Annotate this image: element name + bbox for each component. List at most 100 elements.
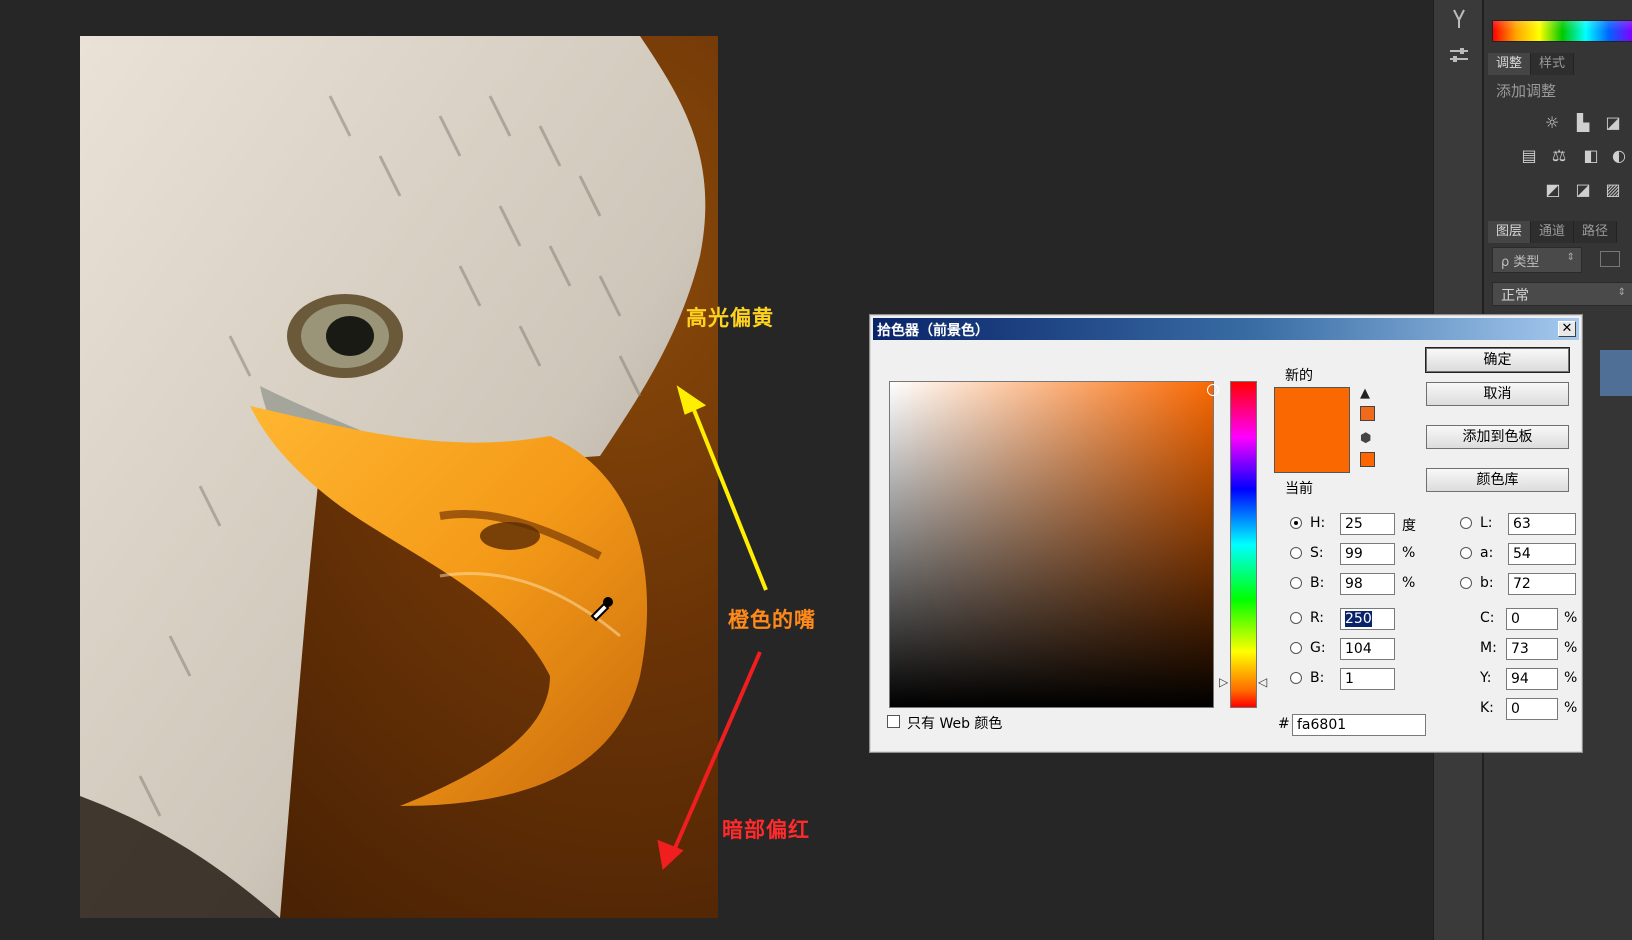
blue-input[interactable]: 1 [1340,668,1395,690]
brightness-icon[interactable]: ☼ [1541,113,1563,133]
photoshop-workspace: 高光偏黄 橙色的嘴 暗部偏红 调整 样式 添加调整 ☼ ▙ ◪ ▤ ⚖ ◧ ◐ … [0,0,1632,940]
radio-green[interactable] [1290,642,1302,654]
web-safe-swatch[interactable] [1360,452,1375,467]
layers-tab-bar: 图层 通道 路径 [1488,221,1618,243]
current-color-label: 当前 [1285,481,1313,497]
gamut-warning-icon[interactable]: ▲ [1360,387,1374,401]
color-spectrum-bar[interactable] [1492,20,1632,42]
color-balance-icon[interactable]: ⚖ [1548,146,1570,166]
lab-l-label: L: [1480,515,1493,531]
radio-red[interactable] [1290,612,1302,624]
brush-preset-icon[interactable] [1448,8,1470,30]
web-colors-only-label: 只有 Web 颜色 [907,716,1003,732]
gradient-map-icon[interactable]: ◪ [1572,180,1594,200]
yellow-unit: % [1564,670,1578,686]
hue-label: H: [1310,515,1326,531]
cancel-button[interactable]: 取消 [1426,382,1569,406]
levels-icon[interactable]: ▙ [1572,113,1594,133]
web-safe-cube-icon[interactable]: ⬢ [1360,432,1374,446]
saturation-label: S: [1310,545,1324,561]
hue-slider[interactable] [1230,381,1257,708]
green-label: G: [1310,640,1326,656]
radio-lab-l[interactable] [1460,517,1472,529]
color-picker-dialog: 拾色器（前景色） ✕ ▷ ◁ 新的 当前 ▲ ⬢ 确定 取消 添加到色板 颜色库… [869,314,1583,753]
magenta-unit: % [1564,640,1578,656]
blend-mode-label: 正常 [1501,288,1529,304]
hue-slider-left-arrow-icon[interactable]: ▷ [1219,675,1228,689]
tab-channels[interactable]: 通道 [1531,221,1575,243]
new-color-label: 新的 [1285,368,1313,384]
saturation-brightness-field[interactable] [889,381,1219,708]
radio-lab-b[interactable] [1460,577,1472,589]
brightness-unit: % [1402,575,1416,591]
eagle-illustration [80,36,718,918]
lab-b-input[interactable]: 72 [1508,573,1576,595]
layer-kind-filter-label: ρ 类型 [1501,255,1540,270]
radio-brightness[interactable] [1290,577,1302,589]
magenta-label: M: [1480,640,1497,656]
tab-adjustments[interactable]: 调整 [1488,53,1532,75]
ok-button[interactable]: 确定 [1426,348,1569,372]
black-label: K: [1480,700,1494,716]
black-white-icon[interactable]: ◧ [1580,146,1602,166]
hue-saturation-icon[interactable]: ▤ [1518,146,1540,166]
lab-b-label: b: [1480,575,1494,591]
color-libraries-button[interactable]: 颜色库 [1426,468,1569,492]
red-input[interactable]: 250 [1340,608,1395,630]
saturation-unit: % [1402,545,1416,561]
selective-color-icon[interactable]: ▨ [1602,180,1624,200]
hue-unit: 度 [1402,518,1416,534]
saturation-input[interactable]: 99 [1340,543,1395,565]
selected-layer-row[interactable] [1600,350,1632,396]
cyan-unit: % [1564,610,1578,626]
close-icon[interactable]: ✕ [1558,321,1576,337]
add-adjustment-label: 添加调整 [1496,82,1557,100]
select-arrows-icon: ⇕ [1566,252,1575,263]
magenta-input[interactable]: 73 [1506,638,1558,660]
yellow-input[interactable]: 94 [1506,668,1558,690]
tab-styles[interactable]: 样式 [1531,53,1575,75]
hex-input[interactable]: fa6801 [1292,714,1426,736]
current-color-swatch[interactable] [1274,430,1350,473]
invert-icon[interactable]: ◩ [1542,180,1564,200]
hue-slider-right-arrow-icon[interactable]: ◁ [1258,675,1267,689]
radio-saturation[interactable] [1290,547,1302,559]
dialog-titlebar[interactable]: 拾色器（前景色） ✕ [873,318,1579,340]
brightness-input[interactable]: 98 [1340,573,1395,595]
tab-layers[interactable]: 图层 [1488,221,1532,243]
annotation-shadow-red: 暗部偏红 [722,818,810,842]
new-color-swatch [1274,387,1350,430]
red-input-selected-text: 250 [1345,611,1372,627]
add-to-swatches-button[interactable]: 添加到色板 [1426,425,1569,449]
image-filter-icon[interactable] [1600,251,1620,267]
photo-filter-icon[interactable]: ◐ [1608,146,1630,166]
eagle-photo-canvas[interactable] [80,36,718,918]
blend-mode-select[interactable]: 正常 ⇕ [1492,282,1632,306]
tool-presets-icon[interactable] [1448,44,1470,66]
hex-symbol: # [1278,716,1290,732]
annotation-highlight-yellow: 高光偏黄 [686,306,774,330]
cyan-input[interactable]: 0 [1506,608,1558,630]
lab-l-input[interactable]: 63 [1508,513,1576,535]
lab-a-input[interactable]: 54 [1508,543,1576,565]
hue-input[interactable]: 25 [1340,513,1395,535]
blue-label: B: [1310,670,1325,686]
layer-kind-filter-select[interactable]: ρ 类型 ⇕ [1492,247,1582,273]
radio-hue[interactable] [1290,517,1302,529]
adjustments-tab-bar: 调整 样式 [1488,53,1575,75]
web-colors-only-checkbox[interactable] [887,715,900,728]
lab-a-label: a: [1480,545,1494,561]
brightness-label: B: [1310,575,1325,591]
green-input[interactable]: 104 [1340,638,1395,660]
cyan-label: C: [1480,610,1495,626]
tab-paths[interactable]: 路径 [1574,221,1618,243]
radio-lab-a[interactable] [1460,547,1472,559]
radio-blue[interactable] [1290,672,1302,684]
color-selection-marker[interactable] [1207,384,1219,396]
gamut-warning-swatch[interactable] [1360,406,1375,421]
curves-icon[interactable]: ◪ [1602,113,1624,133]
annotation-orange-beak: 橙色的嘴 [728,608,816,632]
black-unit: % [1564,700,1578,716]
dialog-title: 拾色器（前景色） [877,323,989,339]
black-input[interactable]: 0 [1506,698,1558,720]
